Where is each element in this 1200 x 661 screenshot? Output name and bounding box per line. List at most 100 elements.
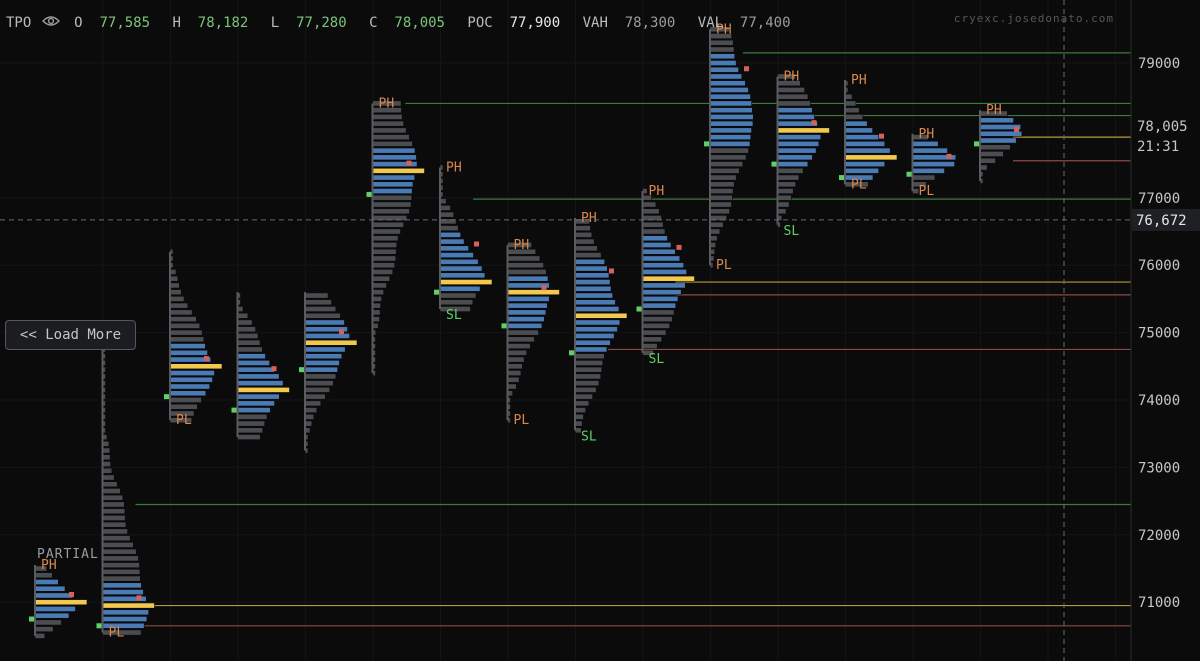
tpo-row bbox=[574, 238, 595, 245]
tpo-row bbox=[507, 289, 560, 296]
eye-icon[interactable] bbox=[40, 15, 66, 31]
tpo-row bbox=[979, 151, 1004, 157]
tpo-row bbox=[642, 282, 686, 289]
open-marker bbox=[29, 616, 34, 622]
tpo-row bbox=[844, 134, 879, 141]
tpo-row bbox=[372, 242, 398, 248]
tpo-row bbox=[237, 339, 261, 346]
tag-sl: SL bbox=[784, 224, 800, 239]
tpo-row bbox=[979, 157, 996, 164]
tpo-row bbox=[169, 390, 207, 397]
tpo-row bbox=[237, 333, 259, 339]
tpo-row bbox=[574, 366, 603, 373]
tpo-row bbox=[102, 582, 142, 589]
tpo-row bbox=[169, 349, 208, 356]
tpo-row bbox=[169, 370, 215, 376]
tpo-row bbox=[574, 252, 602, 258]
tpo-row bbox=[642, 228, 666, 235]
tpo-row bbox=[642, 269, 687, 275]
tpo-row bbox=[372, 194, 413, 201]
tpo-row bbox=[574, 231, 593, 238]
tpo-row bbox=[34, 585, 66, 592]
tpo-row bbox=[979, 144, 1011, 151]
tpo-row bbox=[34, 579, 59, 585]
tpo-row bbox=[777, 194, 792, 201]
tpo-row bbox=[169, 289, 182, 296]
tpo-row bbox=[102, 521, 127, 528]
tpo-row bbox=[912, 140, 939, 147]
open-marker bbox=[96, 623, 102, 629]
tpo-row bbox=[372, 235, 399, 242]
tpo-row bbox=[574, 360, 604, 366]
tpo-row bbox=[642, 309, 675, 316]
tpo-row bbox=[169, 363, 223, 370]
tpo-row bbox=[372, 282, 387, 289]
tpo-row bbox=[574, 393, 593, 400]
tpo-row bbox=[439, 231, 461, 238]
tpo-row bbox=[777, 181, 796, 188]
tpo-row bbox=[304, 299, 332, 306]
tpo-row bbox=[709, 181, 735, 188]
tpo-row bbox=[507, 370, 522, 376]
tpo-row bbox=[709, 140, 751, 147]
vah-value: 78,300 bbox=[624, 15, 676, 31]
high-value: 78,182 bbox=[197, 15, 249, 31]
tag-sl: SL bbox=[446, 308, 462, 323]
tpo-row bbox=[237, 319, 253, 326]
tpo-row bbox=[169, 403, 198, 410]
tpo-row bbox=[777, 114, 815, 120]
close-marker bbox=[541, 285, 547, 291]
tpo-row bbox=[642, 275, 695, 282]
tpo-row bbox=[507, 343, 531, 349]
tpo-row bbox=[844, 107, 860, 114]
tpo-row bbox=[439, 252, 474, 258]
tpo-row bbox=[709, 46, 735, 53]
tpo-row bbox=[34, 592, 74, 599]
tpo-row bbox=[102, 542, 134, 548]
tpo-row bbox=[642, 221, 664, 228]
tpo-row bbox=[777, 140, 820, 147]
tpo-row bbox=[102, 528, 128, 535]
tpo-row bbox=[709, 73, 743, 80]
tpo-row bbox=[709, 194, 733, 201]
tpo-row bbox=[34, 612, 70, 619]
tag-pl: PL bbox=[919, 184, 935, 199]
tag-ph: PH bbox=[514, 238, 530, 253]
tpo-row bbox=[304, 312, 341, 319]
tpo-row bbox=[912, 161, 955, 167]
close-marker bbox=[946, 153, 952, 159]
tag-pl: PL bbox=[176, 413, 192, 428]
tpo-row bbox=[709, 154, 747, 161]
open-marker bbox=[771, 161, 777, 167]
tpo-row bbox=[102, 616, 148, 622]
tpo-row bbox=[169, 316, 197, 323]
tpo-row bbox=[237, 346, 263, 353]
close-marker bbox=[474, 241, 479, 247]
tpo-row bbox=[34, 632, 46, 639]
tpo-row bbox=[102, 548, 137, 555]
tpo-row bbox=[439, 279, 493, 285]
tpo-row bbox=[709, 53, 736, 60]
load-more-button[interactable]: << Load More bbox=[5, 320, 136, 350]
tpo-chart[interactable]: PHPLPLPHPHSLPHPLPHSLPHSLPHPLPHSLPHPLPHPL… bbox=[0, 0, 1200, 661]
tag-ph: PH bbox=[581, 211, 597, 226]
tpo-row bbox=[709, 161, 744, 167]
tpo-row bbox=[304, 339, 358, 346]
tpo-row bbox=[709, 120, 754, 127]
tpo-row bbox=[237, 312, 249, 319]
tpo-row bbox=[777, 100, 811, 107]
y-tick-label: 72000 bbox=[1138, 528, 1180, 544]
tpo-row bbox=[169, 376, 213, 383]
open-marker bbox=[366, 191, 372, 197]
tpo-row bbox=[102, 609, 149, 616]
tpo-row bbox=[642, 336, 662, 343]
tpo-row bbox=[304, 373, 337, 380]
tpo-row bbox=[507, 329, 539, 336]
tpo-row bbox=[372, 154, 417, 161]
tpo-row bbox=[709, 127, 752, 134]
tpo-row bbox=[642, 242, 672, 248]
tpo-row bbox=[844, 100, 857, 107]
vah-label: VAH bbox=[582, 15, 608, 31]
tpo-row bbox=[709, 66, 739, 73]
tpo-row bbox=[304, 292, 329, 299]
